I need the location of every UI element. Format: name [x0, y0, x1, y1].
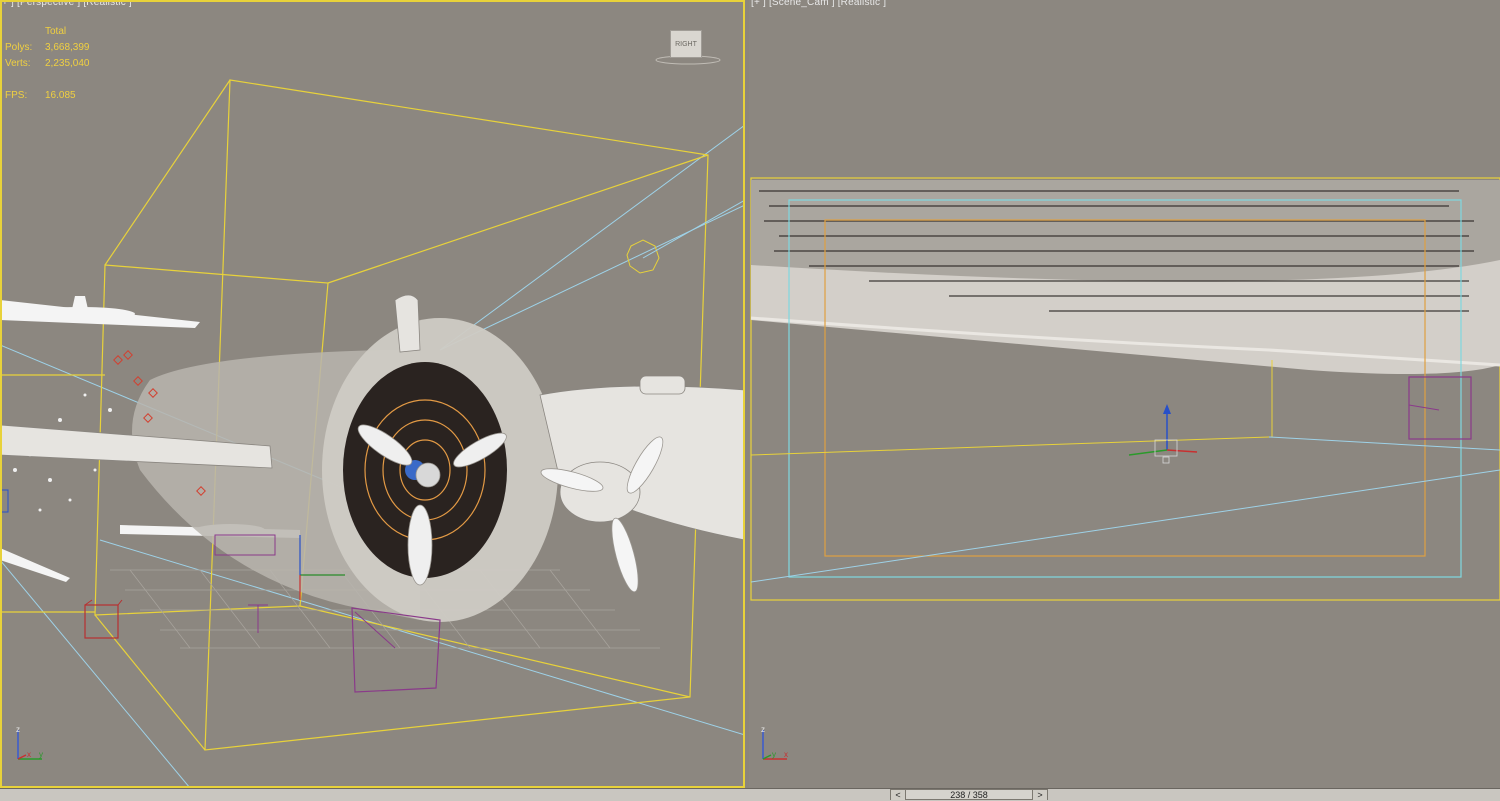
perspective-viewport[interactable]: + ] [Perspective ] [Realistic ] Total Po… — [0, 0, 745, 788]
particle-smoke-cylinder — [132, 318, 558, 622]
fps-value: 16.085 — [45, 90, 76, 101]
transform-gizmo[interactable] — [1128, 404, 1198, 464]
polys-value: 3,668,399 — [45, 42, 90, 53]
axis-z-label-camera: z — [761, 725, 765, 734]
prev-frame-button[interactable]: < — [891, 790, 906, 800]
axis-x-label-camera: x — [784, 750, 788, 759]
viewcube[interactable]: RIGHT — [655, 30, 721, 66]
frame-counter[interactable]: 238 / 358 — [911, 790, 1027, 800]
perspective-scene — [0, 79, 745, 788]
wind-helper[interactable] — [1408, 376, 1472, 440]
axis-x-label: x — [27, 750, 31, 759]
axis-y-label: y — [39, 750, 43, 759]
camera-scene — [750, 177, 1500, 601]
viewcube-face-label[interactable]: RIGHT — [670, 30, 702, 58]
viewport-label[interactable]: + ] [Perspective ] [Realistic ] — [2, 0, 132, 8]
polys-label: Polys: — [5, 42, 33, 53]
status-bar — [0, 788, 1500, 801]
verts-label: Verts: — [5, 58, 31, 69]
axis-tripod-camera: z y x — [755, 722, 795, 762]
axis-tripod-icon: z x y — [16, 725, 43, 760]
wind-helper-arrow — [1408, 404, 1440, 411]
fps-label: FPS: — [5, 90, 28, 101]
camera-viewport[interactable]: [+ ] [Scene_Cam ] [Realistic ] z y x — [749, 0, 1500, 788]
stats-total-label: Total — [45, 26, 67, 37]
next-frame-button[interactable]: > — [1032, 790, 1047, 800]
axis-tripod-camera-icon: z y x — [761, 725, 788, 760]
axis-y-label-camera: y — [772, 750, 776, 759]
camera-line-2 — [750, 469, 1500, 583]
axis-tripod: z x y — [10, 722, 50, 762]
axis-z-label: z — [16, 725, 20, 734]
verts-value: 2,235,040 — [45, 58, 90, 69]
viewport-label-camera[interactable]: [+ ] [Scene_Cam ] [Realistic ] — [751, 0, 886, 8]
time-slider[interactable]: < 238 / 358 > — [890, 789, 1048, 800]
